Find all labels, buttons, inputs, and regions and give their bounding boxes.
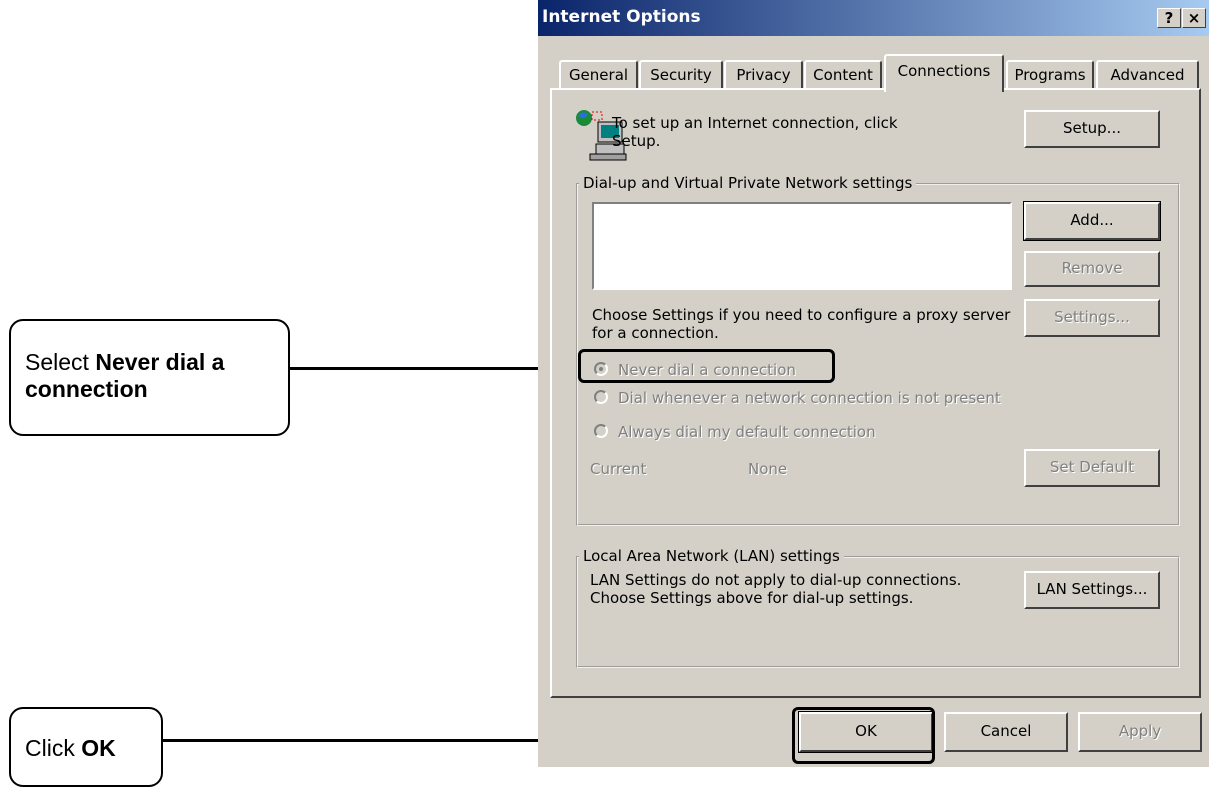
lan-group-legend: Local Area Network (LAN) settings bbox=[579, 547, 844, 565]
dial-whenever-radio[interactable] bbox=[594, 390, 608, 404]
setup-text: To set up an Internet connection, click … bbox=[612, 114, 898, 150]
set-default-button[interactable]: Set Default bbox=[1024, 449, 1160, 487]
ok-button-highlight bbox=[792, 707, 935, 764]
close-button[interactable]: × bbox=[1182, 8, 1206, 28]
apply-button[interactable]: Apply bbox=[1078, 712, 1202, 752]
never-dial-highlight bbox=[578, 349, 835, 383]
tab-connections[interactable]: Connections bbox=[884, 54, 1004, 92]
tab-content[interactable]: Content bbox=[804, 60, 882, 90]
dial-whenever-label[interactable]: Dial whenever a network connection is no… bbox=[618, 389, 1001, 407]
setup-button[interactable]: Setup... bbox=[1024, 110, 1160, 148]
remove-button[interactable]: Remove bbox=[1024, 251, 1160, 287]
callout-never-dial-line bbox=[290, 367, 580, 370]
internet-options-dialog: Internet Options ? × General Security Pr… bbox=[538, 0, 1209, 767]
callout-never-dial-prefix: Select bbox=[25, 349, 96, 375]
dialup-group-legend: Dial-up and Virtual Private Network sett… bbox=[579, 174, 917, 192]
tab-programs[interactable]: Programs bbox=[1006, 60, 1094, 90]
callout-ok: Click OK bbox=[9, 707, 163, 787]
proxy-text: Choose Settings if you need to configure… bbox=[592, 306, 1011, 342]
always-dial-radio[interactable] bbox=[594, 424, 608, 438]
settings-button[interactable]: Settings... bbox=[1024, 299, 1160, 337]
lan-text: LAN Settings do not apply to dial-up con… bbox=[590, 571, 962, 607]
connection-listbox[interactable] bbox=[592, 202, 1012, 290]
tab-security[interactable]: Security bbox=[639, 60, 723, 90]
add-button[interactable]: Add... bbox=[1023, 201, 1161, 241]
dialog-title: Internet Options bbox=[542, 7, 701, 27]
lan-settings-button[interactable]: LAN Settings... bbox=[1024, 571, 1160, 609]
cancel-button[interactable]: Cancel bbox=[944, 712, 1068, 752]
current-value: None bbox=[748, 460, 788, 478]
always-dial-label[interactable]: Always dial my default connection bbox=[618, 423, 876, 441]
tab-advanced[interactable]: Advanced bbox=[1096, 60, 1199, 90]
tab-privacy[interactable]: Privacy bbox=[724, 60, 803, 90]
current-label: Current bbox=[590, 460, 647, 478]
callout-ok-bold: OK bbox=[81, 735, 116, 761]
title-bar[interactable]: Internet Options ? × bbox=[538, 0, 1209, 36]
help-button[interactable]: ? bbox=[1157, 8, 1181, 28]
callout-never-dial: Select Never dial a connection bbox=[9, 319, 290, 436]
callout-ok-prefix: Click bbox=[25, 735, 82, 761]
tab-general[interactable]: General bbox=[559, 60, 638, 90]
